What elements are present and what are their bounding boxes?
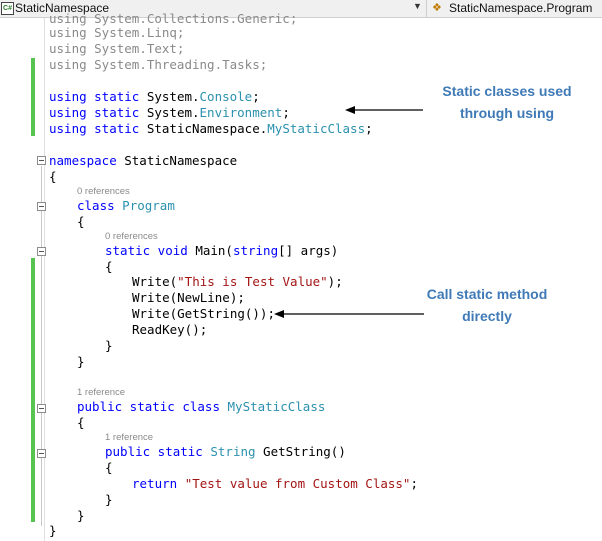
collapse-method-getstring-icon[interactable] — [37, 449, 46, 458]
type-token: Program — [122, 198, 175, 213]
code-token: Main( — [187, 243, 233, 258]
class-label: StaticNamespace.Program — [449, 1, 593, 15]
collapse-namespace-icon[interactable] — [37, 156, 46, 165]
collapse-method-main-icon[interactable] — [37, 247, 46, 256]
annotation-line: Static classes used — [442, 83, 572, 99]
annotation-arrow-left-icon — [274, 310, 424, 318]
code-line: return "Test value from Custom Class"; — [132, 476, 418, 492]
code-line: using System.Text; — [49, 41, 185, 56]
code-token: StaticNamespace. — [146, 121, 268, 136]
keyword: string — [232, 243, 279, 258]
keyword: using static — [49, 121, 147, 136]
codelens-references[interactable]: 0 references — [77, 186, 130, 197]
code-line: { — [49, 169, 57, 184]
code-token: ; — [252, 89, 260, 104]
code-token: ; — [282, 105, 290, 120]
keyword: using static — [49, 105, 147, 120]
code-line: class Program — [77, 198, 175, 214]
code-line: static void Main(string[] args) — [105, 243, 338, 259]
code-token: Write( — [132, 274, 178, 289]
change-marker — [31, 58, 35, 136]
string-literal: "This is Test Value" — [177, 274, 328, 289]
annotation-line: through using — [459, 105, 555, 121]
codelens-references[interactable]: 0 references — [105, 231, 158, 242]
code-token: [] args) — [278, 243, 339, 258]
code-token: ; — [365, 121, 373, 136]
type-token: MyStaticClass — [227, 399, 326, 414]
collapse-class-mystaticclass-icon[interactable] — [37, 404, 46, 413]
outline-guide — [41, 166, 42, 526]
class-icon: ❖ — [432, 2, 442, 14]
code-line: using static StaticNamespace.MyStaticCla… — [49, 121, 373, 137]
keyword: static void — [105, 243, 188, 258]
code-line: ReadKey(); — [132, 322, 208, 337]
string-literal: "Test value from Custom Class" — [184, 476, 411, 491]
gutter-divider — [44, 18, 45, 541]
code-line: using static System.Console; — [49, 89, 260, 105]
code-token: ; — [410, 476, 418, 491]
code-line: Write("This is Test Value"); — [132, 274, 343, 290]
chevron-down-icon[interactable]: ▼ — [413, 1, 422, 11]
code-line: Write(GetString()); — [132, 306, 275, 321]
collapse-class-program-icon[interactable] — [37, 202, 46, 211]
code-editor[interactable]: using System.Collections.Generic; using … — [0, 11, 602, 541]
type-token: Console — [199, 89, 253, 104]
keyword: return — [132, 476, 178, 491]
code-line: namespace StaticNamespace — [49, 153, 237, 169]
code-line: public static class MyStaticClass — [77, 399, 325, 415]
annotation-static-classes: Static classes used through using — [424, 80, 590, 124]
type-token: String — [210, 444, 256, 459]
keyword: public static — [105, 444, 203, 459]
code-line: { — [77, 415, 85, 430]
code-line: using System.Linq; — [49, 25, 185, 40]
annotation-line: directly — [462, 308, 512, 324]
code-line: } — [77, 354, 85, 369]
annotation-arrow-left-icon — [345, 106, 423, 114]
code-line: { — [105, 460, 113, 475]
code-line: using System.Threading.Tasks; — [49, 57, 268, 72]
annotation-line: Call static method — [426, 286, 548, 302]
code-line: { — [105, 259, 113, 274]
code-token: System. — [146, 105, 200, 120]
type-token: Environment — [199, 105, 283, 120]
keyword: using static — [49, 89, 147, 104]
csharp-project-icon: C# — [1, 2, 14, 15]
codelens-references[interactable]: 1 reference — [77, 387, 125, 398]
code-line: using static System.Environment; — [49, 105, 290, 121]
class-dropdown[interactable]: ❖ StaticNamespace.Program — [426, 0, 602, 17]
code-line: } — [77, 508, 85, 523]
code-token: GetString() — [255, 444, 346, 459]
code-line: public static String GetString() — [105, 444, 346, 460]
keyword: class — [77, 198, 115, 213]
change-marker — [31, 258, 35, 522]
code-line: } — [105, 338, 113, 353]
annotation-call-static: Call static method directly — [404, 283, 570, 327]
type-token: MyStaticClass — [267, 121, 366, 136]
keyword: namespace — [49, 153, 117, 168]
codelens-references[interactable]: 1 reference — [105, 432, 153, 443]
code-line: } — [105, 492, 113, 507]
code-line: Write(NewLine); — [132, 290, 245, 305]
code-token: StaticNamespace — [116, 153, 238, 168]
keyword: public static class — [77, 399, 220, 414]
code-line: { — [77, 214, 85, 229]
code-line: } — [49, 523, 57, 538]
code-token: System. — [146, 89, 200, 104]
code-token: ); — [327, 274, 343, 289]
